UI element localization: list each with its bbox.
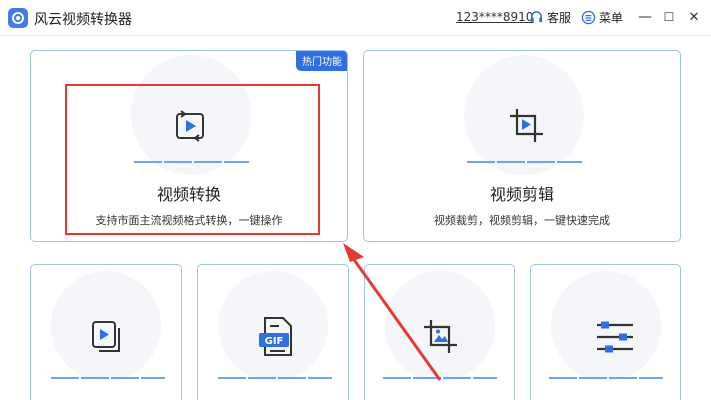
video-adjust-card[interactable] <box>530 264 681 400</box>
icon-underline <box>383 377 497 379</box>
close-button[interactable]: ✕ <box>685 7 703 27</box>
crop-icon <box>507 106 547 146</box>
minimize-button[interactable]: — <box>636 7 654 27</box>
video-crop-card[interactable] <box>364 264 515 400</box>
app-logo-icon <box>8 8 28 28</box>
gif-icon-text: GIF <box>265 336 284 347</box>
menu-label: 菜单 <box>599 11 624 25</box>
gif-icon: GIF <box>257 315 297 359</box>
video-merge-card[interactable] <box>30 264 182 400</box>
icon-underline <box>134 161 249 163</box>
video-edit-title: 视频剪辑 <box>489 185 554 204</box>
account-link[interactable]: 123****8910 <box>456 10 533 24</box>
maximize-button[interactable]: ☐ <box>660 7 678 27</box>
video-convert-card[interactable]: 热门功能 视频转换 支持市面主流视频格式转换，一键操作 <box>30 50 348 242</box>
merge-icon <box>87 317 127 357</box>
title-bar: 风云视频转换器 123****8910 客服 菜单 — ☐ ✕ <box>0 0 711 36</box>
menu-icon <box>581 10 596 25</box>
video-convert-desc: 支持市面主流视频格式转换，一键操作 <box>95 214 283 227</box>
convert-icon <box>170 106 210 146</box>
headset-icon <box>530 11 543 23</box>
icon-underline <box>467 161 582 163</box>
hot-feature-badge: 热门功能 <box>296 51 347 71</box>
icon-underline <box>549 377 663 379</box>
video-to-gif-card[interactable]: GIF <box>197 264 349 400</box>
crop-image-icon <box>421 317 461 357</box>
video-edit-desc: 视频裁剪，视频剪辑，一键快速完成 <box>434 214 610 227</box>
video-convert-title: 视频转换 <box>156 185 221 204</box>
app-title: 风云视频转换器 <box>34 12 132 28</box>
menu-button[interactable]: 菜单 <box>581 9 623 26</box>
icon-underline <box>51 377 165 379</box>
icon-underline <box>218 377 332 379</box>
video-edit-card[interactable]: 视频剪辑 视频裁剪，视频剪辑，一键快速完成 <box>363 50 681 242</box>
sliders-icon <box>595 319 635 357</box>
customer-service-label: 客服 <box>547 11 572 25</box>
customer-service-button[interactable]: 客服 <box>529 9 571 26</box>
